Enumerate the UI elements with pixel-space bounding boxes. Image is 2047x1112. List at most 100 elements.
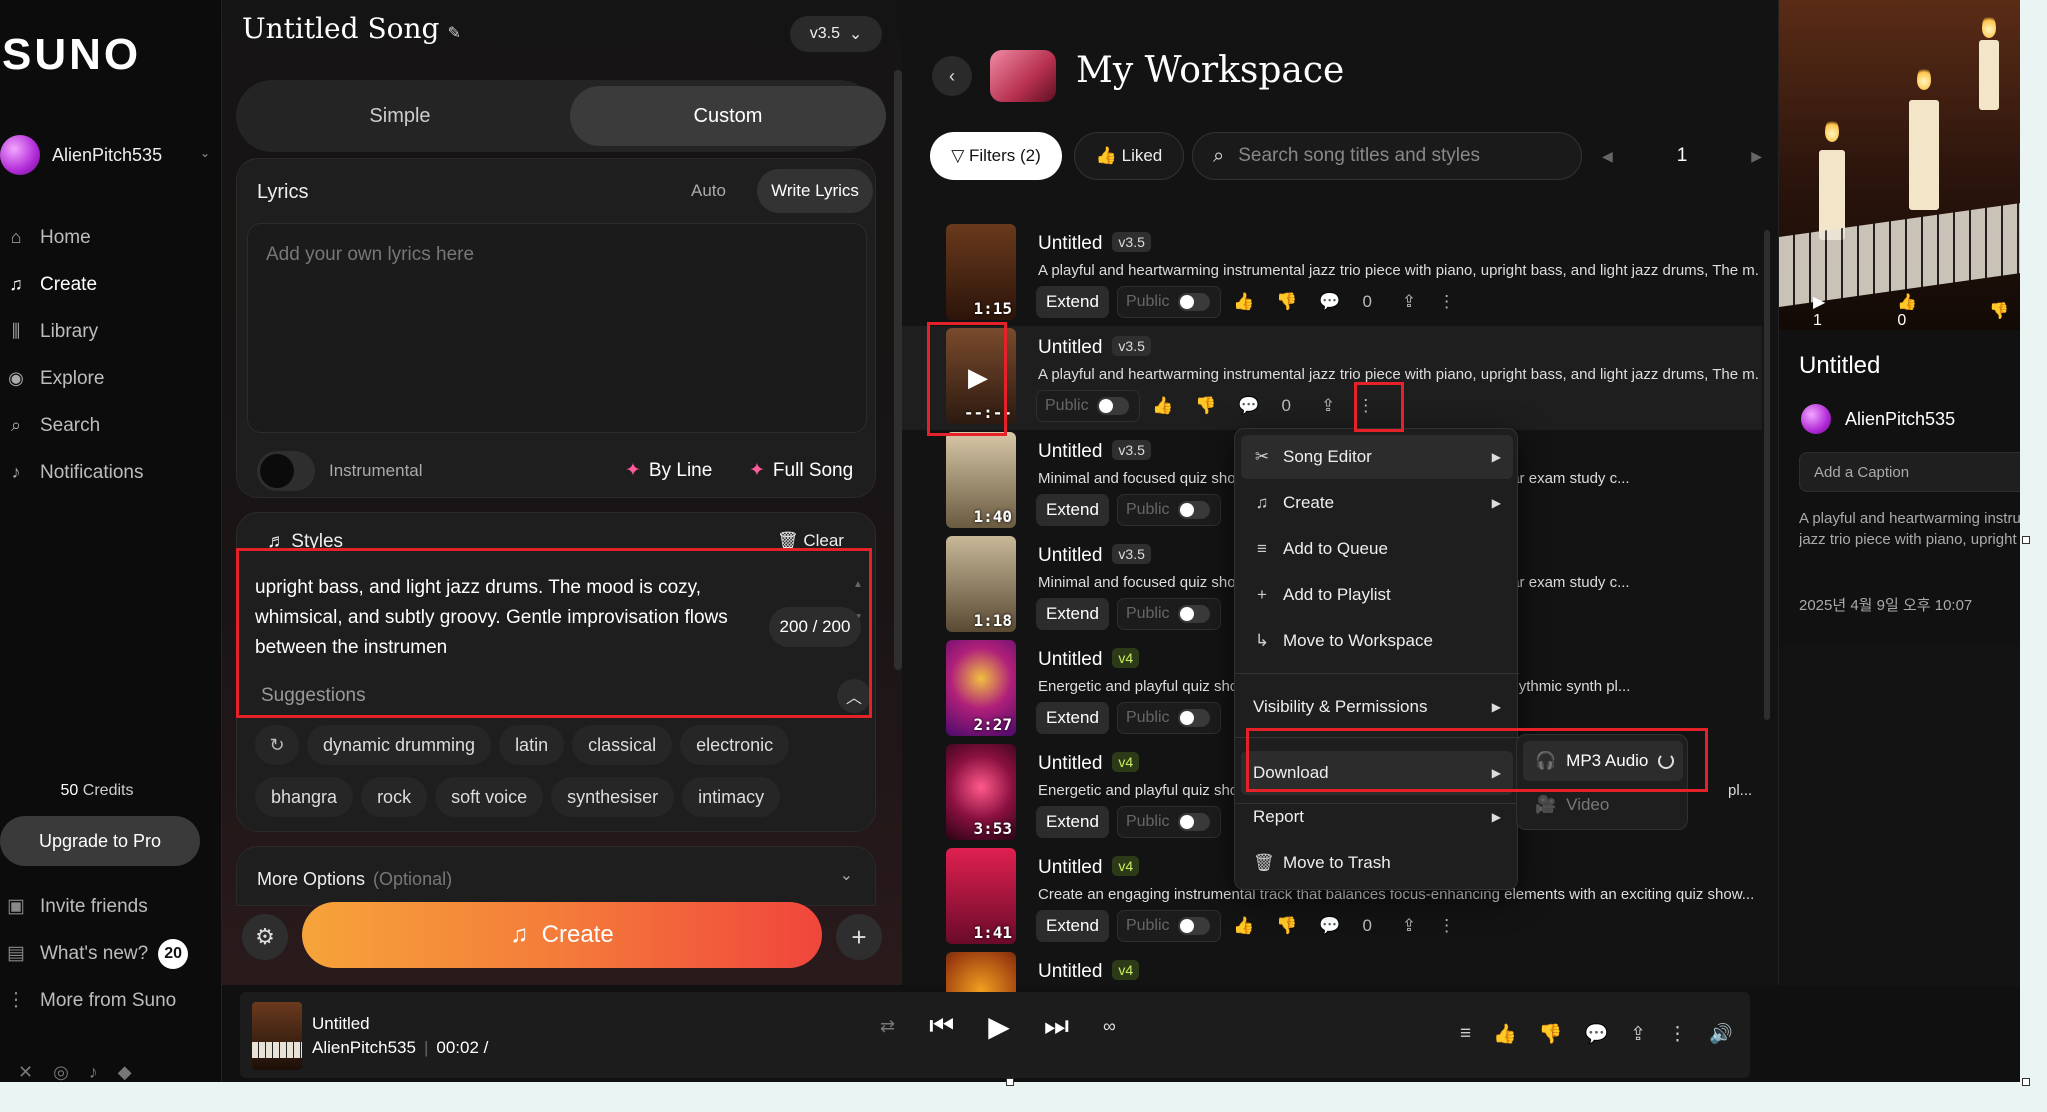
sidebar-item-create[interactable]: ♫ Create [0, 261, 222, 308]
prev-page-icon[interactable]: ◀ [1602, 148, 1613, 165]
sidebar-item-library[interactable]: ⫼ Library [0, 308, 222, 355]
list-scrollbar[interactable] [1764, 230, 1770, 720]
volume-icon[interactable]: 🔊 [1709, 1022, 1733, 1046]
tab-custom[interactable]: Custom [570, 86, 886, 146]
instrumental-toggle[interactable] [257, 451, 315, 491]
share-icon[interactable]: ⇪ [1630, 1023, 1646, 1046]
song-row[interactable]: 1:15 Untitled v3.5 A playful and heartwar… [902, 222, 1762, 326]
comment-icon[interactable]: 💬 [1584, 1022, 1608, 1046]
sidebar-item-notifications[interactable]: ♪ Notifications [0, 449, 222, 496]
write-lyrics-button[interactable]: Write Lyrics [757, 169, 873, 213]
thumbs-down-icon[interactable]: 👎 [1195, 396, 1216, 416]
song-search-input[interactable]: ⌕ Search song titles and styles [1192, 132, 1582, 180]
sidebar-item-search[interactable]: ⌕ Search [0, 402, 222, 449]
play-count[interactable]: ▶ 1 [1813, 292, 1861, 330]
extend-button[interactable]: Extend [1036, 494, 1109, 526]
song-thumbnail[interactable]: 1:40 [946, 432, 1016, 528]
more-vertical-icon[interactable]: ⋮ [1438, 916, 1455, 936]
thumbs-up-icon[interactable]: 👍 [1233, 916, 1254, 936]
thumbs-down-icon[interactable]: 👎 [1276, 292, 1297, 312]
version-select[interactable]: v3.5 ⌄ [790, 16, 882, 52]
share-icon[interactable]: ⇪ [1321, 396, 1335, 416]
extend-button[interactable]: Extend [1036, 286, 1109, 318]
public-toggle[interactable]: Public [1116, 598, 1221, 630]
more-vertical-icon[interactable]: ⋮ [1438, 292, 1455, 312]
thumbs-up-icon[interactable]: 👍 [1152, 396, 1173, 416]
detail-user[interactable]: AlienPitch535 [1801, 404, 1955, 434]
style-chip[interactable]: bhangra [255, 777, 354, 817]
skip-forward-icon[interactable]: ⏭ [1044, 1010, 1069, 1043]
style-chip[interactable]: intimacy [682, 777, 781, 817]
caption-input[interactable]: Add a Caption [1799, 452, 2020, 492]
style-chip[interactable]: dynamic drumming [307, 725, 492, 765]
invite-friends-link[interactable]: ▣ Invite friends [0, 883, 222, 930]
sidebar-item-explore[interactable]: ◉ Explore [0, 355, 222, 402]
song-title[interactable]: Untitled v4 [1038, 960, 1140, 983]
extend-button[interactable]: Extend [1036, 598, 1109, 630]
create-button[interactable]: ♫ Create [302, 902, 822, 968]
thumbs-up-icon[interactable]: 👍 [1233, 292, 1254, 312]
tab-simple[interactable]: Simple [242, 86, 558, 146]
public-toggle[interactable]: Public [1116, 286, 1221, 318]
menu-item-song-editor[interactable]: ✂ Song Editor ▶ [1241, 435, 1513, 479]
song-title[interactable]: Untitled v4 [1038, 856, 1140, 879]
song-title[interactable]: Untitled v3.5 [1038, 440, 1151, 463]
song-thumbnail[interactable] [946, 952, 1016, 992]
loop-icon[interactable]: ∞ [1103, 1016, 1116, 1037]
public-toggle[interactable]: Public [1116, 806, 1221, 838]
menu-item-visibility[interactable]: Visibility & Permissions ▶ [1241, 685, 1513, 729]
menu-item-add-to-queue[interactable]: ≡ Add to Queue [1241, 527, 1513, 571]
play-icon[interactable]: ▶ [988, 1010, 1010, 1043]
song-title[interactable]: Untitled Song ✎ [242, 12, 461, 45]
suno-logo[interactable]: SUNO [2, 30, 141, 80]
thumbs-up-icon[interactable]: 👍 [1493, 1022, 1517, 1046]
public-toggle[interactable]: Public [1116, 910, 1221, 942]
refresh-icon[interactable]: ↻ [255, 725, 299, 765]
comment-icon[interactable]: 💬 [1319, 916, 1340, 936]
song-thumbnail[interactable]: 1:41 [946, 848, 1016, 944]
extend-button[interactable]: Extend [1036, 702, 1109, 734]
song-title[interactable]: Untitled v3.5 [1038, 336, 1151, 359]
more-from-suno-link[interactable]: ⋮ More from Suno [0, 977, 222, 1024]
shuffle-icon[interactable]: ⇄ [880, 1016, 895, 1037]
menu-item-move-to-workspace[interactable]: ↳ Move to Workspace [1241, 619, 1513, 663]
share-icon[interactable]: ⇪ [1402, 916, 1416, 936]
share-icon[interactable]: ⇪ [1402, 292, 1416, 312]
thumbs-down-icon[interactable]: 👎 [1539, 1022, 1563, 1046]
more-vertical-icon[interactable]: ⋮ [1668, 1023, 1687, 1046]
public-toggle[interactable]: Public [1116, 702, 1221, 734]
extend-button[interactable]: Extend [1036, 910, 1109, 942]
style-chip[interactable]: latin [499, 725, 565, 765]
auto-lyrics-button[interactable]: Auto [691, 181, 726, 201]
song-title[interactable]: Untitled v3.5 [1038, 232, 1151, 255]
style-chip[interactable]: soft voice [435, 777, 544, 817]
extend-button[interactable]: Extend [1036, 806, 1109, 838]
add-button[interactable]: + [836, 914, 882, 960]
public-toggle[interactable]: Public [1116, 494, 1221, 526]
menu-item-add-to-playlist[interactable]: + Add to Playlist [1241, 573, 1513, 617]
like-count[interactable]: 👍 0 [1897, 292, 1953, 330]
style-chip[interactable]: synthesiser [551, 777, 675, 817]
style-chip[interactable]: electronic [680, 725, 790, 765]
public-toggle[interactable]: Public [1036, 390, 1140, 422]
song-thumbnail[interactable]: 1:15 [946, 224, 1016, 320]
filters-button[interactable]: ▽ Filters (2) [930, 132, 1062, 180]
song-thumbnail[interactable]: 1:18 [946, 536, 1016, 632]
player-thumbnail[interactable] [252, 1002, 302, 1070]
comment-icon[interactable]: 💬 [1319, 292, 1340, 312]
player-title[interactable]: Untitled [312, 1014, 370, 1034]
song-title[interactable]: Untitled v3.5 [1038, 544, 1151, 567]
menu-item-create[interactable]: ♫ Create ▶ [1241, 481, 1513, 525]
liked-filter-button[interactable]: 👍 Liked [1074, 132, 1184, 180]
settings-button[interactable]: ⚙ [242, 914, 288, 960]
pencil-icon[interactable]: ✎ [447, 25, 460, 42]
panel-scrollbar[interactable] [894, 70, 902, 670]
full-song-button[interactable]: ✦ Full Song [749, 459, 853, 482]
comment-icon[interactable]: 💬 [1238, 396, 1259, 416]
skip-back-icon[interactable]: ⏮ [929, 1010, 954, 1043]
style-chip[interactable]: rock [361, 777, 428, 817]
back-button[interactable]: ‹ [932, 56, 972, 96]
song-title[interactable]: Untitled v4 [1038, 648, 1140, 671]
thumbs-down-icon[interactable]: 👎 [1276, 916, 1297, 936]
song-thumbnail[interactable]: 2:27 [946, 640, 1016, 736]
